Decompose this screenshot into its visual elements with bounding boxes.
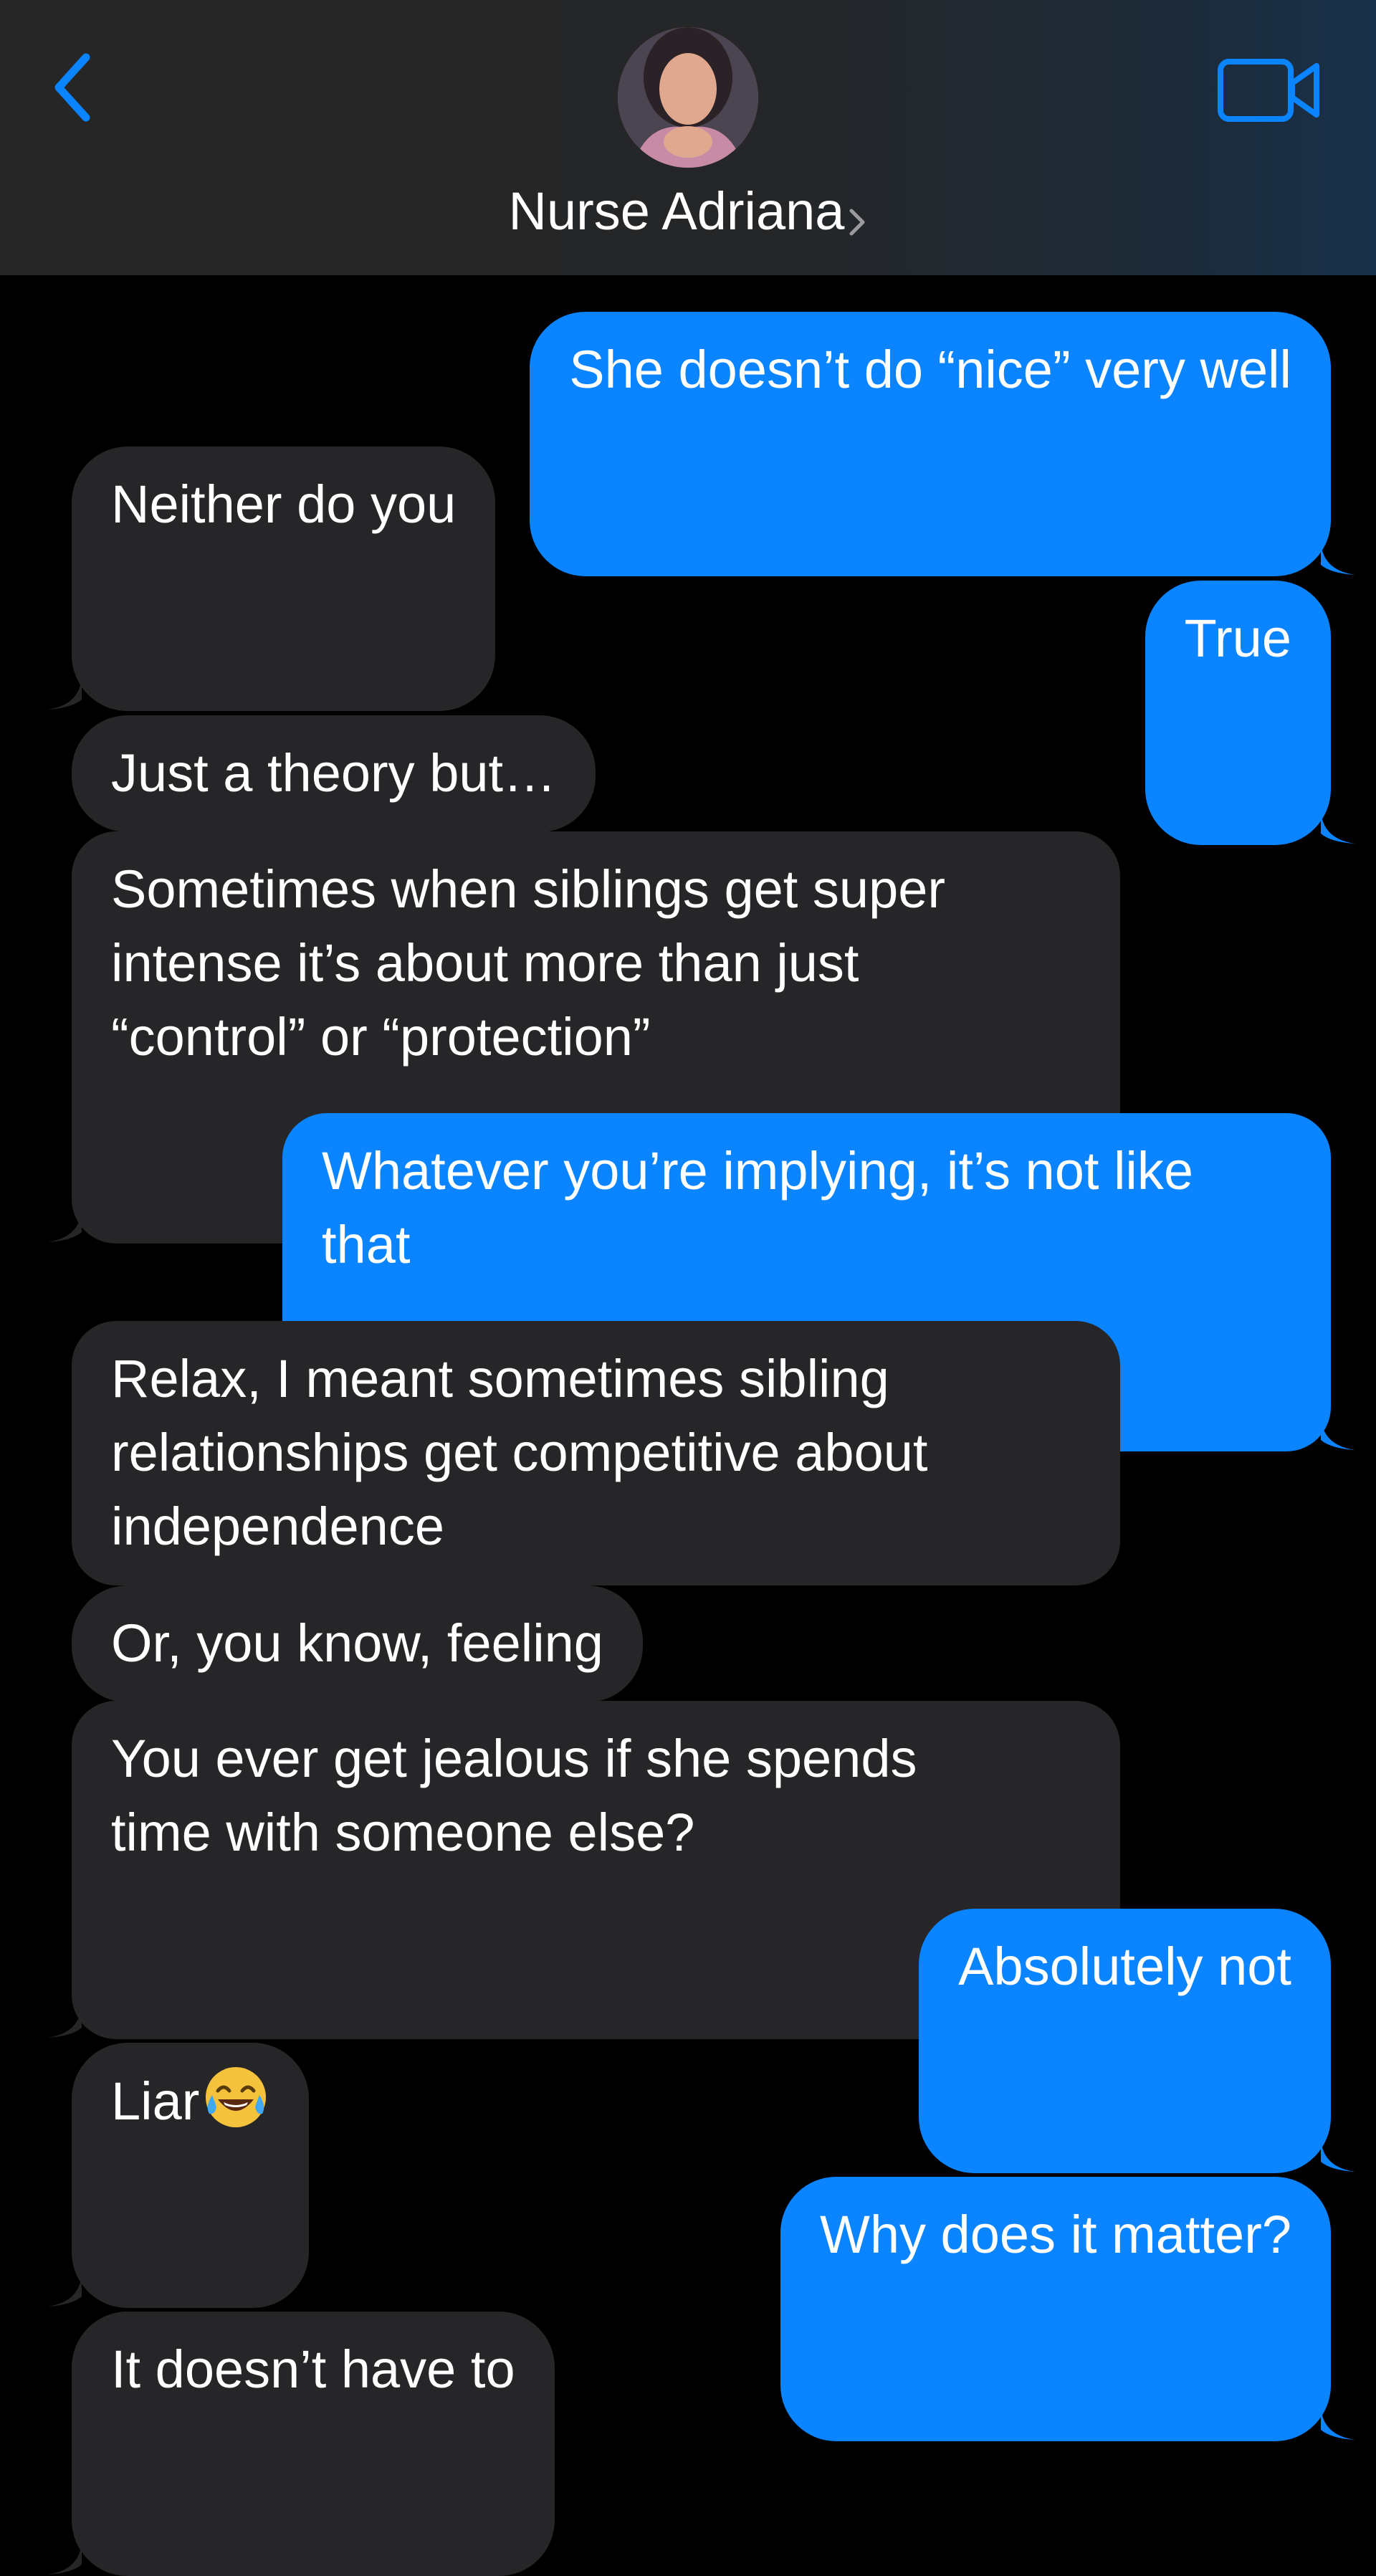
message-bubble[interactable]: Liar: [47, 2043, 310, 2308]
message-text: Sometimes when siblings get super intens…: [111, 859, 946, 1067]
message-bubble[interactable]: Neither do you: [47, 447, 496, 711]
message-received: Neither do you: [47, 447, 496, 711]
message-received: It doesn’t have to: [47, 2312, 555, 2576]
message-sent: Absolutely not: [919, 1909, 1355, 2173]
message-bubble[interactable]: Absolutely not: [919, 1909, 1355, 2173]
message-text: It doesn’t have to: [111, 2339, 515, 2399]
video-camera-icon: [1218, 59, 1319, 122]
message-text: True: [1184, 609, 1291, 668]
message-bubble[interactable]: It doesn’t have to: [47, 2312, 555, 2576]
message-bubble[interactable]: Why does it matter?: [780, 2177, 1355, 2441]
message-received: Just a theory but…: [72, 715, 596, 832]
chevron-right-icon: [849, 209, 865, 236]
bubble-tail: [1321, 1418, 1355, 1450]
bubble-tail: [1321, 812, 1355, 844]
message-text: Liar: [111, 2071, 200, 2131]
bubble-tail: [47, 678, 82, 710]
message-text: Or, you know, feeling: [111, 1613, 603, 1673]
bubble-tail: [1321, 2408, 1355, 2440]
back-button[interactable]: [49, 52, 99, 123]
message-bubble[interactable]: Just a theory but…: [72, 715, 596, 832]
message-text: Why does it matter?: [819, 2205, 1291, 2264]
avatar-image: [618, 27, 758, 168]
message-bubble[interactable]: She doesn’t do “nice” very well: [530, 312, 1355, 576]
bubble-tail: [1321, 543, 1355, 575]
message-sent: She doesn’t do “nice” very well: [530, 312, 1355, 576]
conversation-header: Nurse Adriana: [0, 0, 1376, 275]
message-text: She doesn’t do “nice” very well: [569, 340, 1291, 399]
message-sent: True: [1145, 581, 1355, 845]
video-call-button[interactable]: [1216, 56, 1324, 128]
message-sent: Why does it matter?: [780, 2177, 1355, 2441]
message-text: Neither do you: [111, 474, 457, 534]
message-received: Liar: [47, 2043, 310, 2308]
message-text: Relax, I meant sometimes sibling relatio…: [111, 1349, 928, 1556]
bubble-tail: [47, 1211, 82, 1242]
message-bubble[interactable]: True: [1145, 581, 1355, 845]
message-text: Whatever you’re implying, it’s not like …: [322, 1141, 1194, 1274]
contact-avatar[interactable]: [618, 27, 758, 168]
message-text: Just a theory but…: [111, 743, 557, 803]
message-text: You ever get jealous if she spends time …: [111, 1729, 917, 1862]
bubble-tail: [47, 2006, 82, 2038]
message-text: Absolutely not: [958, 1937, 1291, 1996]
message-bubble[interactable]: Relax, I meant sometimes sibling relatio…: [72, 1321, 1120, 1585]
bubble-tail: [1321, 2140, 1355, 2172]
contact-name: Nurse Adriana: [508, 181, 845, 241]
bubble-tail: [47, 2275, 82, 2307]
message-received: Relax, I meant sometimes sibling relatio…: [72, 1321, 1120, 1585]
message-received: Or, you know, feeling: [72, 1585, 643, 1702]
chevron-left-icon: [54, 53, 90, 122]
contact-name-button[interactable]: Nurse Adriana: [0, 172, 1376, 251]
message-bubble[interactable]: Or, you know, feeling: [72, 1585, 643, 1702]
bubble-tail: [47, 2543, 82, 2575]
face-with-tears-of-joy-emoji: [206, 2067, 267, 2127]
